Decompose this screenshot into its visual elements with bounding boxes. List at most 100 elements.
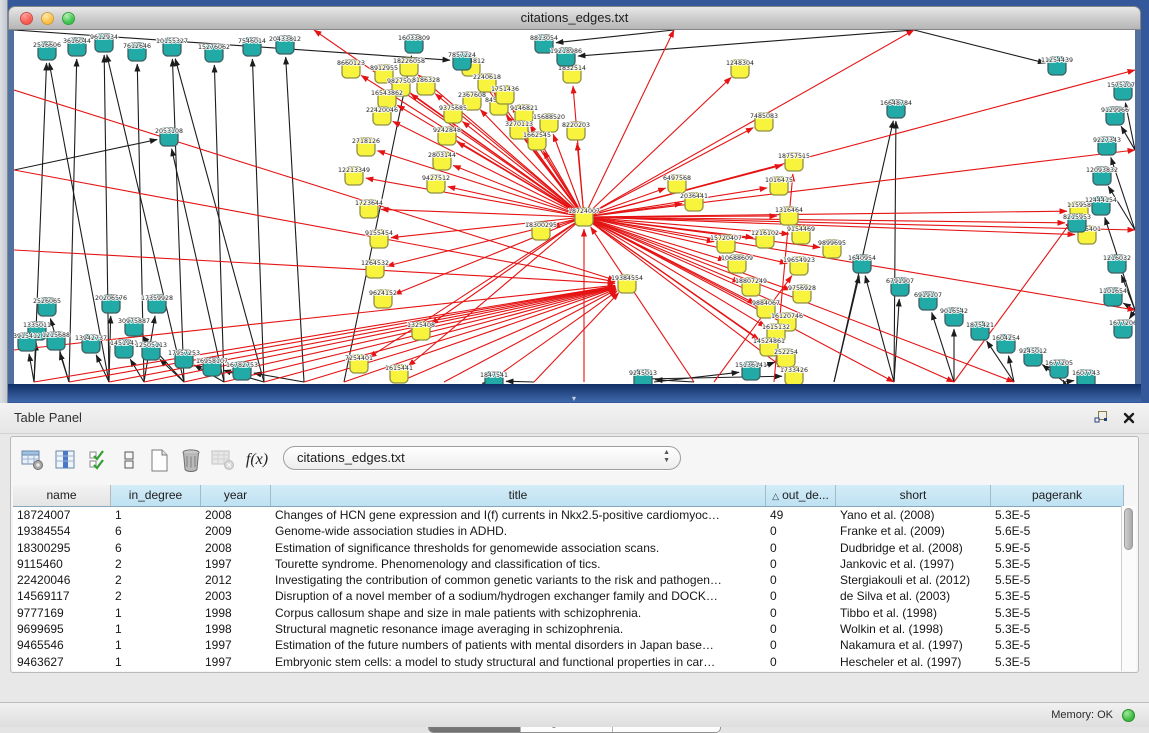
table-cell[interactable]: 1998 (201, 621, 271, 637)
table-cell[interactable]: 2008 (201, 507, 271, 523)
table-row[interactable]: 1872400712008Changes of HCN gene express… (13, 507, 1124, 523)
table-cell[interactable]: 1 (111, 605, 201, 621)
table-cell[interactable]: Disruption of a novel member of a sodium… (271, 588, 766, 604)
minimize-window-button[interactable] (41, 12, 54, 25)
table-cell[interactable]: Tourette syndrome. Phenomenology and cla… (271, 556, 766, 572)
graph-edge[interactable] (865, 276, 894, 382)
table-cell[interactable]: 1 (111, 507, 201, 523)
graph-edge[interactable] (175, 59, 264, 382)
table-selector-dropdown[interactable]: citations_edges.txt ▲▼ (283, 446, 681, 470)
table-cell[interactable]: 5.3E-5 (991, 637, 1124, 653)
table-cell[interactable]: 5.3E-5 (991, 588, 1124, 604)
table-cell[interactable]: 6 (111, 540, 201, 556)
table-cell[interactable]: Yano et al. (2008) (836, 507, 991, 523)
table-cell[interactable]: 5.3E-5 (991, 507, 1124, 523)
column-header-name[interactable]: name (13, 485, 111, 506)
graph-edge[interactable] (172, 59, 184, 382)
table-row[interactable]: 1830029562008Estimation of significance … (13, 540, 1124, 556)
graph-edge[interactable] (14, 139, 157, 170)
table-cell[interactable]: 0 (766, 540, 836, 556)
table-cell[interactable]: Embryonic stem cells: a model to study s… (271, 654, 766, 670)
table-cell[interactable]: 5.3E-5 (991, 556, 1124, 572)
scrollbar-thumb[interactable] (1124, 508, 1133, 550)
table-cell[interactable]: 5.6E-5 (991, 523, 1124, 539)
column-header-title[interactable]: title (271, 485, 766, 506)
table-cell[interactable]: 2009 (201, 523, 271, 539)
table-cell[interactable]: 1 (111, 654, 201, 670)
graph-edge[interactable] (954, 221, 1072, 382)
graph-edge[interactable] (399, 289, 616, 382)
show-columns-icon[interactable] (52, 446, 80, 474)
table-row[interactable]: 1456911722003Disruption of a novel membe… (13, 588, 1124, 604)
table-cell[interactable]: Franke et al. (2009) (836, 523, 991, 539)
table-cell[interactable]: 5.9E-5 (991, 540, 1124, 556)
table-cell[interactable]: de Silva et al. (2003) (836, 588, 991, 604)
graph-edge[interactable] (573, 86, 584, 217)
table-cell[interactable]: Wolkin et al. (1998) (836, 621, 991, 637)
graph-edge[interactable] (1064, 381, 1074, 382)
graph-edge[interactable] (252, 59, 264, 382)
column-header-in_degree[interactable]: in_degree (111, 485, 201, 506)
table-row[interactable]: 1938455462009Genome-wide association stu… (13, 523, 1124, 539)
row-height-icon[interactable] (115, 446, 143, 474)
network-view-canvas[interactable]: 1872400719384554183002958660123891295518… (14, 30, 1135, 384)
column-header-pagerank[interactable]: pagerank (991, 485, 1124, 506)
graph-edge[interactable] (584, 150, 1135, 217)
table-cell[interactable]: 2003 (201, 588, 271, 604)
table-cell[interactable]: Estimation of the future numbers of pati… (271, 637, 766, 653)
table-cell[interactable]: 9699695 (13, 621, 111, 637)
delete-rows-icon[interactable] (177, 446, 205, 474)
table-row[interactable]: 2242004622012Investigating the contribut… (13, 572, 1124, 588)
graph-edge[interactable] (377, 151, 584, 217)
graph-edge[interactable] (104, 55, 109, 382)
graph-edge[interactable] (894, 121, 896, 382)
table-cell[interactable]: 0 (766, 637, 836, 653)
panel-splitter-handle[interactable]: ▾ (567, 395, 581, 403)
table-row[interactable]: 946362711997Embryonic stem cells: a mode… (13, 654, 1124, 670)
column-header-year[interactable]: year (201, 485, 271, 506)
table-cell[interactable]: 2008 (201, 540, 271, 556)
table-cell[interactable]: 1 (111, 621, 201, 637)
graph-edge[interactable] (556, 30, 674, 43)
function-builder-icon[interactable]: f(x) (243, 446, 271, 474)
table-cell[interactable]: Investigating the contribution of common… (271, 572, 766, 588)
table-cell[interactable]: 18724007 (13, 507, 111, 523)
network-graph[interactable]: 1872400719384554183002958660123891295518… (14, 30, 1135, 384)
table-cell[interactable]: 1997 (201, 556, 271, 572)
table-cell[interactable]: 19384554 (13, 523, 111, 539)
table-cell[interactable]: 0 (766, 572, 836, 588)
table-cell[interactable]: Hescheler et al. (1997) (836, 654, 991, 670)
graph-edge[interactable] (643, 376, 782, 379)
table-row[interactable]: 946554611997Estimation of the future num… (13, 637, 1124, 653)
table-cell[interactable]: 18300295 (13, 540, 111, 556)
table-cell[interactable]: 1997 (201, 637, 271, 653)
table-cell[interactable]: Changes of HCN gene expression and I(f) … (271, 507, 766, 523)
table-cell[interactable]: 1998 (201, 605, 271, 621)
table-cell[interactable]: 0 (766, 588, 836, 604)
select-rows-icon[interactable] (85, 446, 113, 474)
table-row[interactable]: 977716911998Corpus callosum shape and si… (13, 605, 1124, 621)
float-window-icon[interactable] (1094, 410, 1109, 429)
table-cell[interactable]: 2 (111, 588, 201, 604)
table-cell[interactable]: Tibbo et al. (1998) (836, 605, 991, 621)
table-cell[interactable]: Genome-wide association studies in ADHD. (271, 523, 766, 539)
table-cell[interactable]: Dudbridge et al. (2008) (836, 540, 991, 556)
table-cell[interactable]: 0 (766, 523, 836, 539)
table-vertical-scrollbar[interactable] (1121, 506, 1136, 671)
network-window[interactable]: citations_edges.txt 18724007193845541830… (8, 6, 1141, 402)
table-cell[interactable]: 1 (111, 637, 201, 653)
graph-edge[interactable] (584, 70, 1135, 217)
table-cell[interactable]: 1997 (201, 654, 271, 670)
table-cell[interactable]: 14569117 (13, 588, 111, 604)
table-cell[interactable]: 0 (766, 556, 836, 572)
graph-edge[interactable] (1063, 380, 1064, 382)
table-cell[interactable]: 22420046 (13, 572, 111, 588)
graph-edge[interactable] (29, 354, 34, 382)
graph-edge[interactable] (584, 211, 1067, 217)
table-cell[interactable]: 5.3E-5 (991, 605, 1124, 621)
table-cell[interactable]: 0 (766, 621, 836, 637)
graph-edge[interactable] (584, 77, 731, 217)
table-cell[interactable]: 2 (111, 572, 201, 588)
table-cell[interactable]: 0 (766, 605, 836, 621)
column-header-short[interactable]: short (836, 485, 991, 506)
